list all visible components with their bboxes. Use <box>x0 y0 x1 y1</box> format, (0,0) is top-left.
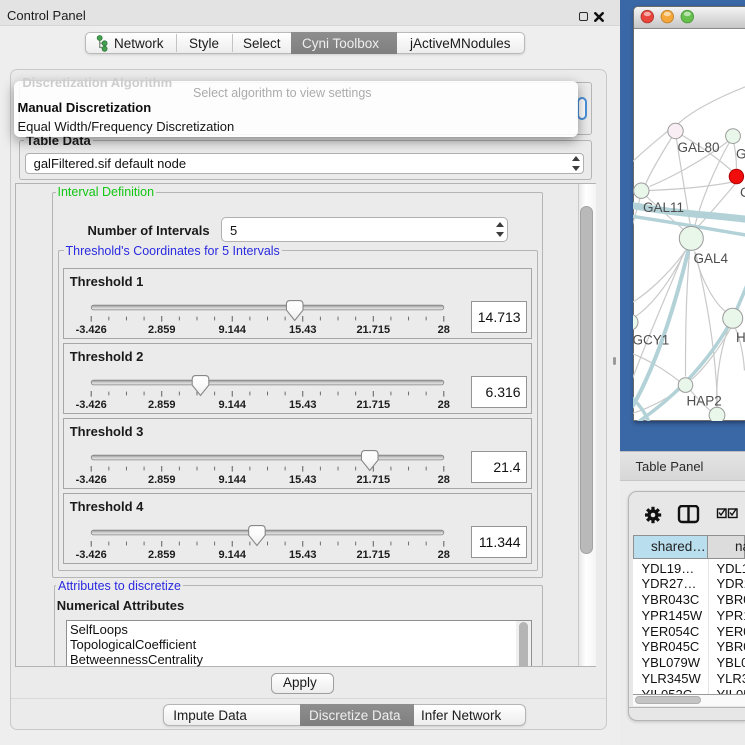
svg-text:9.144: 9.144 <box>218 548 246 560</box>
svg-text:H: H <box>736 330 745 345</box>
svg-text:28: 28 <box>437 473 449 485</box>
svg-text:2.859: 2.859 <box>148 548 176 560</box>
svg-text:GAL80: GAL80 <box>677 140 719 155</box>
svg-text:2.859: 2.859 <box>148 473 176 485</box>
svg-text:9.144: 9.144 <box>218 398 246 410</box>
svg-text:21.715: 21.715 <box>356 548 390 560</box>
svg-text:HAP2: HAP2 <box>686 393 721 408</box>
svg-text:GCY1: GCY1 <box>633 332 669 347</box>
svg-text:2.859: 2.859 <box>148 323 176 335</box>
svg-text:15.43: 15.43 <box>289 323 317 335</box>
svg-text:C: C <box>740 185 745 200</box>
svg-text:28: 28 <box>437 323 449 335</box>
svg-text:-3.426: -3.426 <box>75 323 106 335</box>
svg-text:-3.426: -3.426 <box>75 398 106 410</box>
svg-text:28: 28 <box>437 398 449 410</box>
svg-text:-3.426: -3.426 <box>75 473 106 485</box>
svg-text:GAL11: GAL11 <box>643 200 684 215</box>
svg-text:21.715: 21.715 <box>356 473 390 485</box>
svg-text:28: 28 <box>437 548 449 560</box>
svg-text:9.144: 9.144 <box>218 473 246 485</box>
svg-text:-3.426: -3.426 <box>75 548 106 560</box>
svg-text:9.144: 9.144 <box>218 323 246 335</box>
svg-text:GA: GA <box>736 146 745 161</box>
svg-text:15.43: 15.43 <box>289 473 317 485</box>
svg-text:GAL4: GAL4 <box>693 251 728 266</box>
svg-text:15.43: 15.43 <box>289 398 317 410</box>
svg-text:21.715: 21.715 <box>356 323 390 335</box>
svg-text:21.715: 21.715 <box>356 398 390 410</box>
svg-text:15.43: 15.43 <box>289 548 317 560</box>
svg-text:2.859: 2.859 <box>148 398 176 410</box>
